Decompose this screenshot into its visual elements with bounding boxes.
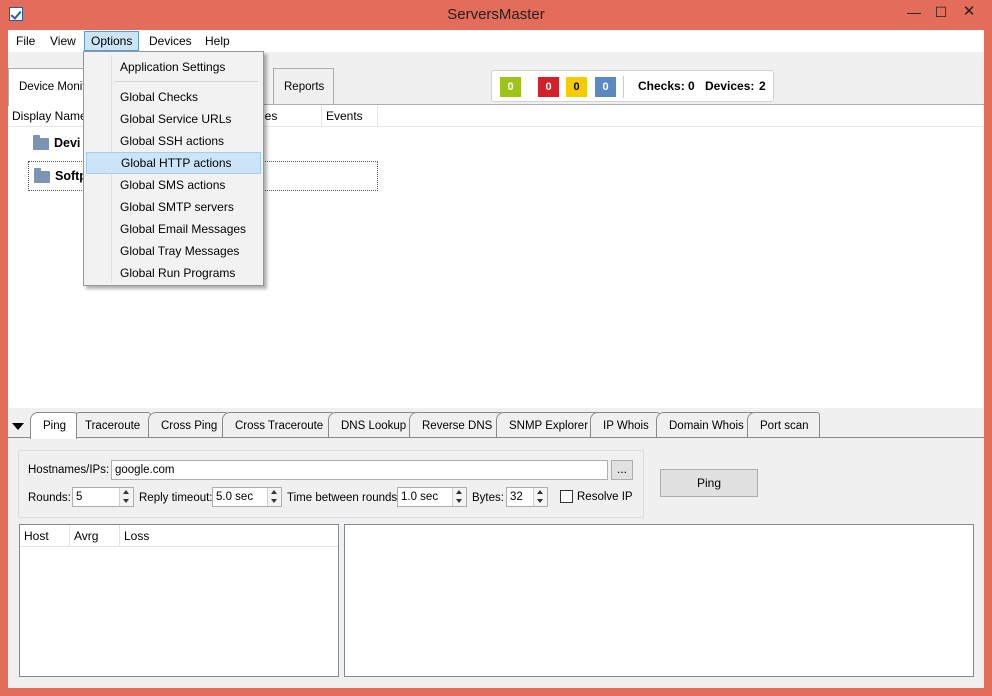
client-area: File View Options Devices Help Device Mo… [8, 30, 984, 688]
menu-item-global-sms-actions[interactable]: Global SMS actions [86, 174, 261, 196]
tab-port-scan[interactable]: Port scan [747, 412, 820, 438]
tab-reports[interactable]: Reports [273, 68, 334, 105]
menu-help[interactable]: Help [199, 31, 236, 51]
reply-timeout-label: Reply timeout: [139, 492, 213, 504]
column-values[interactable]: ues [254, 105, 322, 127]
menu-item-global-service-urls[interactable]: Global Service URLs [86, 108, 261, 130]
reply-timeout-stepper[interactable]: 5.0 sec [212, 487, 282, 507]
app-window: ServersMaster — ☐ ✕ File View Options De… [0, 0, 992, 696]
tab-reverse-dns[interactable]: Reverse DNS [409, 412, 504, 438]
window-title: ServersMaster [447, 6, 545, 23]
devices-label: Devices: [705, 79, 755, 93]
menu-item-global-ssh-actions[interactable]: Global SSH actions [86, 130, 261, 152]
status-badge-ok: 0 [500, 77, 521, 97]
spinner-arrows-icon[interactable] [452, 488, 466, 506]
menu-separator [114, 81, 258, 82]
folder-icon [33, 135, 49, 150]
minimize-button[interactable]: — [900, 2, 928, 24]
menu-item-global-run-programs[interactable]: Global Run Programs [86, 262, 261, 284]
time-between-rounds-stepper[interactable]: 1.0 sec [397, 487, 467, 507]
tab-ping[interactable]: Ping [30, 412, 78, 439]
tab-domain-whois[interactable]: Domain Whois [656, 412, 755, 438]
column-loss[interactable]: Loss [120, 525, 338, 547]
menu-options[interactable]: Options [84, 31, 140, 51]
tab-snmp-explorer[interactable]: SNMP Explorer [496, 412, 600, 438]
hostnames-input[interactable]: google.com [111, 460, 608, 480]
ping-settings-group: Hostnames/IPs: google.com ... Rounds: 5 … [18, 450, 644, 518]
column-display-name[interactable]: Display Name [8, 105, 88, 127]
tab-cross-traceroute[interactable]: Cross Traceroute [222, 412, 335, 438]
menu-item-global-checks[interactable]: Global Checks [86, 86, 261, 108]
bytes-value: 32 [510, 491, 523, 503]
tab-dns-lookup[interactable]: DNS Lookup [328, 412, 418, 438]
status-summary: 0 0 0 0 Checks: 0 Devices: 2 [491, 70, 774, 102]
menu-view[interactable]: View [44, 31, 82, 51]
status-badge-warning: 0 [566, 77, 587, 97]
spinner-arrows-icon[interactable] [119, 488, 133, 506]
maximize-button[interactable]: ☐ [927, 2, 955, 24]
resolve-ip-label: Resolve IP [577, 491, 633, 503]
menu-file[interactable]: File [10, 31, 41, 51]
spinner-arrows-icon[interactable] [533, 488, 547, 506]
time-between-rounds-label: Time between rounds: [287, 492, 401, 504]
rounds-label: Rounds: [28, 492, 71, 504]
ping-panel: Hostnames/IPs: google.com ... Rounds: 5 … [8, 437, 984, 688]
hostnames-label: Hostnames/IPs: [28, 464, 110, 476]
column-host[interactable]: Host [20, 525, 70, 547]
status-badge-error: 0 [538, 77, 559, 97]
menu-bar: File View Options Devices Help [8, 30, 984, 52]
tab-device-monitor[interactable]: Device Monito [8, 68, 90, 106]
collapse-triangle-icon[interactable] [12, 423, 24, 430]
reply-timeout-value: 5.0 sec [216, 491, 254, 503]
tab-ip-whois[interactable]: IP Whois [590, 412, 660, 438]
menu-item-global-email-messages[interactable]: Global Email Messages [86, 218, 261, 240]
devices-count: 2 [759, 79, 766, 93]
bytes-label: Bytes: [472, 492, 504, 504]
menu-devices[interactable]: Devices [143, 31, 198, 51]
menu-item-application-settings[interactable]: Application Settings [86, 56, 261, 78]
menu-item-global-http-actions[interactable]: Global HTTP actions [86, 152, 261, 174]
spinner-arrows-icon[interactable] [267, 488, 281, 506]
ping-output-area[interactable] [344, 524, 974, 677]
device-group-label: Devi [54, 136, 81, 150]
divider [623, 76, 624, 98]
tools-tab-bar: Ping Traceroute Cross Ping Cross Tracero… [8, 412, 984, 439]
resolve-ip-checkbox[interactable] [560, 490, 573, 503]
status-badge-unknown: 0 [595, 77, 616, 97]
checks-count: 0 [688, 79, 695, 93]
menu-item-global-tray-messages[interactable]: Global Tray Messages [86, 240, 261, 262]
ping-button[interactable]: Ping [660, 469, 758, 497]
browse-button[interactable]: ... [611, 460, 633, 480]
folder-icon [34, 168, 50, 183]
options-dropdown-menu: Application Settings Global Checks Globa… [83, 51, 264, 286]
menu-item-global-smtp-servers[interactable]: Global SMTP servers [86, 196, 261, 218]
rounds-value: 5 [76, 491, 83, 503]
ping-results-list[interactable]: Host Avrg Loss [19, 524, 339, 677]
close-button[interactable]: ✕ [955, 2, 983, 24]
tab-traceroute[interactable]: Traceroute [72, 412, 152, 438]
title-bar: ServersMaster — ☐ ✕ [0, 0, 992, 30]
tab-cross-ping[interactable]: Cross Ping [148, 412, 229, 438]
column-avrg[interactable]: Avrg [70, 525, 120, 547]
column-events[interactable]: Events [322, 105, 378, 127]
checks-label: Checks: [638, 79, 685, 93]
time-between-rounds-value: 1.0 sec [401, 491, 439, 503]
rounds-stepper[interactable]: 5 [72, 487, 134, 507]
bytes-stepper[interactable]: 32 [506, 487, 548, 507]
